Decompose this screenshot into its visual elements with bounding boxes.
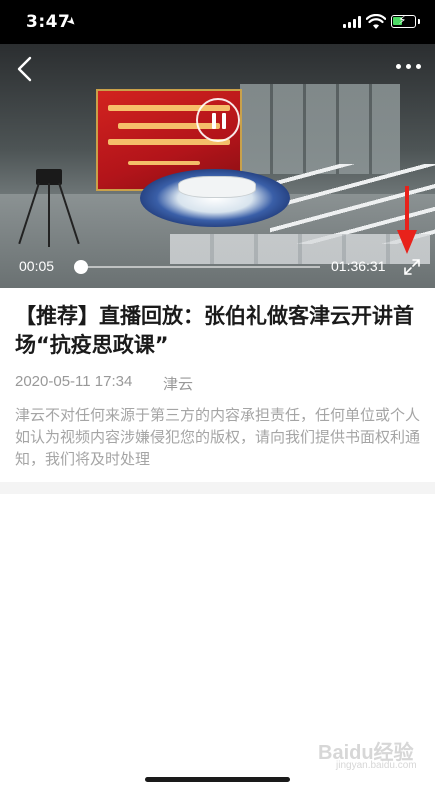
cellular-signal-icon [343, 16, 361, 28]
watermark-sub: jingyan.baidu.com [336, 760, 417, 771]
pause-icon [212, 113, 216, 129]
status-bar: 3:47 ➤ ⚡ [0, 0, 435, 44]
home-indicator[interactable] [145, 777, 290, 782]
video-frame-windows [240, 84, 400, 174]
pause-icon-bar [222, 113, 226, 129]
article-title: 【推荐】直播回放：张伯礼做客津云开讲首场“抗疫思政课” [15, 304, 414, 357]
progress-track[interactable] [80, 266, 320, 268]
pause-button[interactable] [196, 98, 240, 142]
wifi-icon [366, 14, 386, 29]
total-time: 01:36:31 [331, 258, 386, 274]
battery-tip [418, 19, 420, 24]
more-dots-icon[interactable] [396, 62, 424, 72]
article-date: 2020-05-11 17:34 [15, 373, 133, 390]
progress-knob[interactable] [74, 260, 88, 274]
baidu-jingyan-watermark: Baidu经验 jingyan.baidu.com [318, 736, 428, 776]
copyright-disclaimer: 津云不对任何来源于第三方的内容承担责任，任何单位或个人如认为视频内容涉嫌侵犯您的… [15, 406, 421, 468]
video-frame-front-tables [170, 234, 430, 264]
current-time: 00:05 [19, 258, 55, 274]
video-frame-desk [178, 176, 256, 198]
battery-charging-icon: ⚡ [391, 13, 416, 28]
back-chevron-icon[interactable] [12, 54, 42, 84]
video-player[interactable] [0, 44, 435, 288]
fullscreen-icon[interactable] [402, 257, 422, 277]
section-divider [0, 482, 435, 494]
annotation-arrow-icon [397, 186, 417, 254]
video-frame-camera [18, 169, 80, 249]
article-source: 津云 [163, 375, 194, 393]
